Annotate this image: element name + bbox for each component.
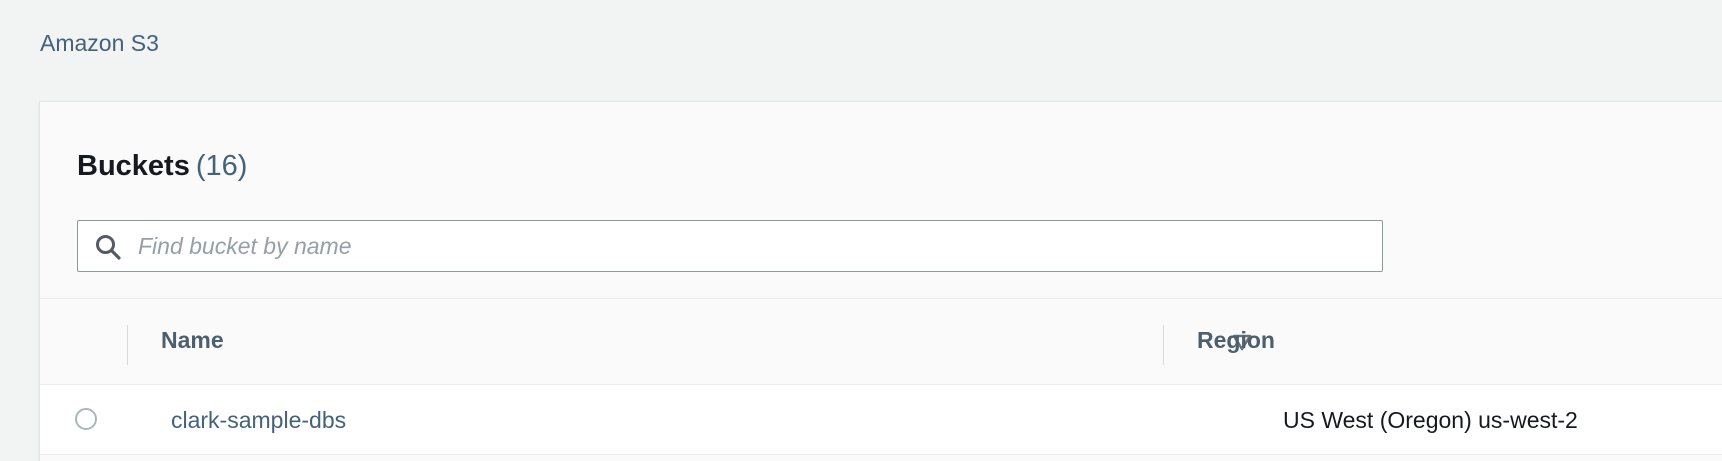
bucket-region: US West (Oregon) us-west-2 xyxy=(1283,407,1578,433)
bucket-name-link[interactable]: clark-sample-dbs xyxy=(171,407,346,434)
panel-title: Buckets xyxy=(77,150,190,182)
column-header-name[interactable]: Name xyxy=(161,327,224,354)
column-separator xyxy=(127,325,128,365)
search-icon xyxy=(96,235,121,260)
row-select-radio[interactable] xyxy=(75,408,97,430)
panel-header: Buckets (16) xyxy=(77,148,247,184)
column-separator xyxy=(1163,325,1164,365)
table-header: Name Region xyxy=(40,298,1722,385)
search-input[interactable] xyxy=(138,221,1368,271)
search-box[interactable] xyxy=(77,220,1383,272)
breadcrumb: Amazon S3 xyxy=(40,30,159,57)
buckets-panel: Buckets(16) Name Region clark-sample-dbs… xyxy=(39,101,1722,461)
table-row[interactable]: clark-sample-dbs US West (Oregon) us-wes… xyxy=(40,385,1722,455)
bucket-count: (16) xyxy=(195,150,248,182)
column-header-region[interactable]: Region xyxy=(1197,327,1275,354)
breadcrumb-link-amazon-s3[interactable]: Amazon S3 xyxy=(40,30,159,56)
